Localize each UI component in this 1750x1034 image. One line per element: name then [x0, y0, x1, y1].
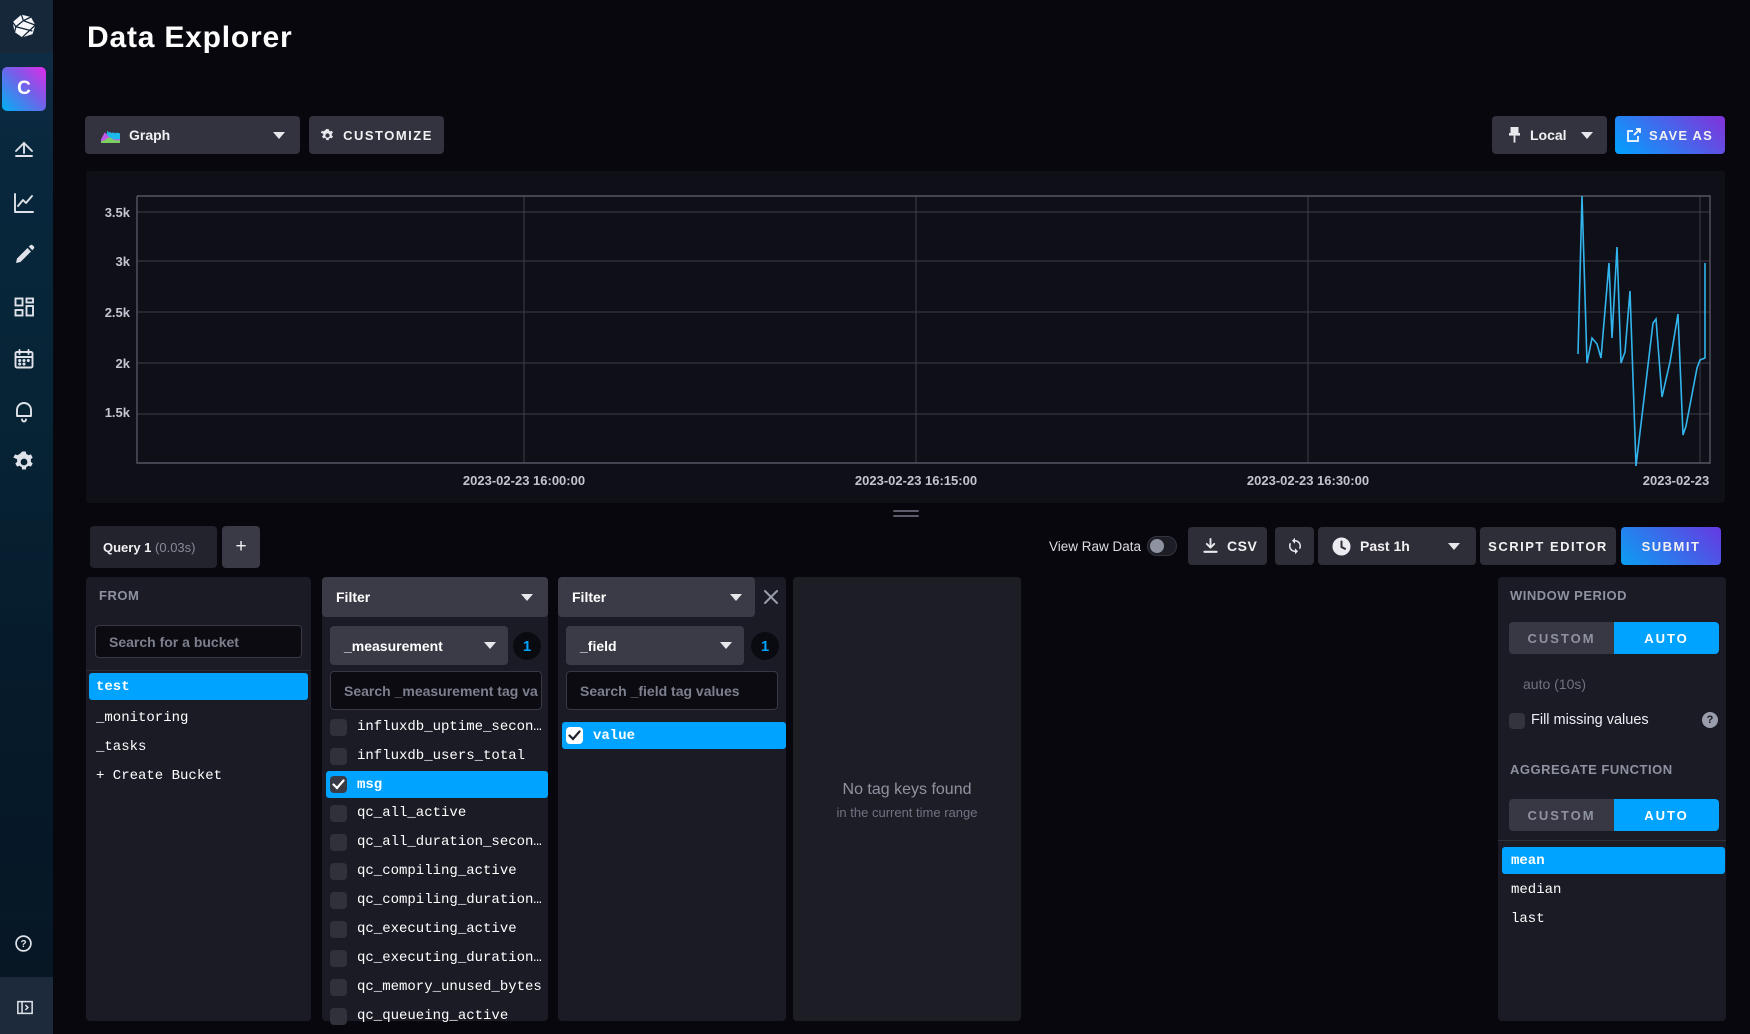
svg-text:?: ? [20, 939, 26, 950]
svg-text:2.5k: 2.5k [105, 305, 131, 320]
svg-text:2023-02-23: 2023-02-23 [1643, 473, 1710, 488]
svg-text:3k: 3k [116, 254, 131, 269]
svg-text:1.5k: 1.5k [105, 405, 131, 420]
svg-text:2023-02-23 16:00:00: 2023-02-23 16:00:00 [463, 473, 585, 488]
svg-text:2023-02-23 16:30:00: 2023-02-23 16:30:00 [1247, 473, 1369, 488]
svg-text:2023-02-23 16:15:00: 2023-02-23 16:15:00 [855, 473, 977, 488]
svg-text:2k: 2k [116, 356, 131, 371]
svg-text:3.5k: 3.5k [105, 205, 131, 220]
